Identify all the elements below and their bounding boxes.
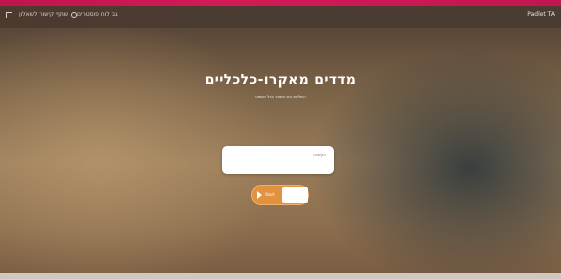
- page-subtitle: השלימו את השאר בכל משפט: [255, 94, 306, 99]
- back-link[interactable]: גב לוח פוסטרים: [77, 11, 118, 18]
- start-label: Start: [265, 192, 275, 197]
- bottom-bar: [0, 273, 561, 279]
- expand-icon[interactable]: [6, 12, 12, 18]
- brand-label: Padlet TA: [527, 11, 555, 18]
- page-title: מדדים מאקרו-כלכליים: [204, 72, 357, 88]
- play-icon: [257, 191, 262, 199]
- start-button[interactable]: Start: [251, 185, 309, 205]
- copy-link-label: שתף קישור לשאלון: [19, 11, 69, 18]
- copy-link-button[interactable]: שתף קישור לשאלון: [19, 11, 78, 18]
- start-button-overlay: [282, 187, 308, 203]
- answer-card: [222, 146, 334, 174]
- app-frame: שתף קישור לשאלון גב לוח פוסטרים Padlet T…: [0, 0, 561, 279]
- top-bar: שתף קישור לשאלון גב לוח פוסטרים Padlet T…: [0, 6, 561, 28]
- answer-input[interactable]: [230, 150, 326, 158]
